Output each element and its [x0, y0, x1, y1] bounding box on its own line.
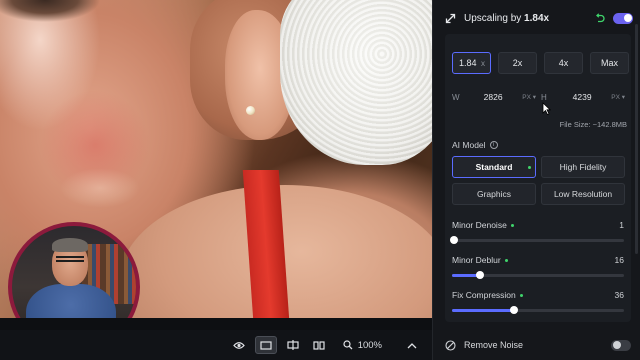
image-canvas[interactable]	[0, 0, 432, 318]
scale-row: 1.84 x 2x 4x Max	[452, 52, 629, 74]
panel-title: Upscaling by 1.84x	[464, 12, 550, 24]
undo-icon[interactable]	[594, 13, 605, 23]
photo-bonnet	[280, 0, 432, 165]
remove-noise-toggle[interactable]	[611, 339, 631, 351]
view-toolbar: 100%	[0, 330, 432, 360]
ai-model-options: Standard High Fidelity Graphics Low Reso…	[452, 156, 625, 205]
remove-noise-icon	[445, 339, 456, 351]
file-size: File Size: ~142.8MB	[559, 120, 627, 129]
dimensions-row: W 2826 PX ▾ H 4239 PX ▾	[452, 86, 625, 108]
scale-preset-2x[interactable]: 2x	[498, 52, 537, 74]
upscale-header: Upscaling by 1.84x	[445, 0, 633, 36]
side-by-side-icon[interactable]	[309, 336, 329, 354]
panel-scrollbar[interactable]	[635, 24, 638, 254]
scale-preset-4x[interactable]: 4x	[544, 52, 583, 74]
zoom-control[interactable]: 100%	[343, 340, 382, 351]
height-unit-select[interactable]: PX ▾	[611, 93, 625, 101]
model-standard[interactable]: Standard	[452, 156, 536, 178]
remove-noise-row: Remove Noise	[445, 336, 631, 354]
zoom-icon	[343, 340, 353, 350]
single-view-icon[interactable]	[254, 336, 277, 354]
scale-preset-max[interactable]: Max	[590, 52, 629, 74]
webcam-overlay	[8, 222, 140, 318]
slider-minor-deblur[interactable]: Minor Deblur 16	[452, 255, 624, 279]
width-field[interactable]: W 2826 PX ▾	[452, 86, 536, 108]
width-unit-select[interactable]: PX ▾	[522, 93, 536, 101]
info-icon[interactable]: i	[489, 141, 498, 149]
photo-earring	[246, 106, 255, 115]
upscale-toggle[interactable]	[613, 12, 633, 24]
upscale-settings-card: 1.84 x 2x 4x Max W 2826 PX ▾ H 4239 PX ▾ …	[445, 34, 631, 322]
webcam-presenter-glasses	[56, 256, 84, 262]
scale-input[interactable]: 1.84 x	[452, 52, 491, 74]
ai-model-label: AI Model i	[452, 140, 498, 150]
eye-icon[interactable]	[229, 336, 249, 354]
expand-icon	[445, 13, 456, 23]
webcam-presenter-hair	[52, 238, 88, 252]
split-view-icon[interactable]	[283, 336, 303, 354]
height-field[interactable]: H 4239 PX ▾	[541, 86, 625, 108]
slider-fix-compression[interactable]: Fix Compression 36	[452, 290, 624, 314]
slider-minor-denoise[interactable]: Minor Denoise 1	[449, 220, 624, 244]
mouse-cursor-icon	[542, 102, 551, 115]
photo-eye	[0, 0, 110, 26]
model-graphics[interactable]: Graphics	[452, 183, 536, 205]
upscale-panel: Upscaling by 1.84x 1.84 x 2x 4x Max W 282…	[432, 0, 640, 360]
zoom-level: 100%	[357, 339, 382, 351]
model-high-fidelity[interactable]: High Fidelity	[541, 156, 625, 178]
chevron-up-icon[interactable]	[402, 336, 422, 354]
remove-noise-label: Remove Noise	[464, 340, 524, 350]
model-low-resolution[interactable]: Low Resolution	[541, 183, 625, 205]
photo-chin	[60, 168, 140, 208]
